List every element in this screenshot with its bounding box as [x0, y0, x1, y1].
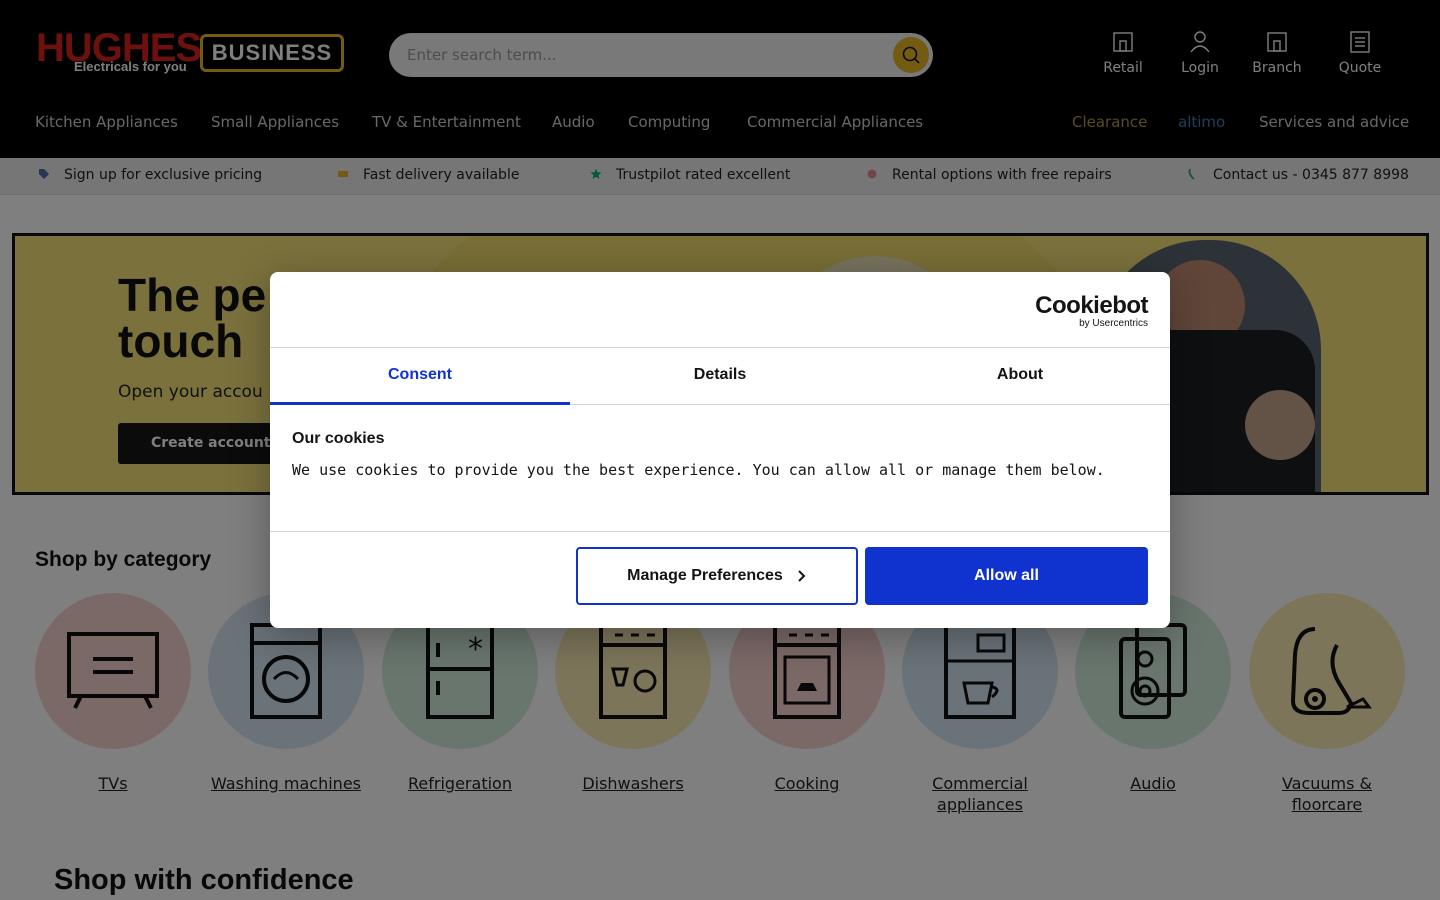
- cookiebot-brand: Cookiebot: [1035, 292, 1148, 319]
- manage-preferences-button[interactable]: Manage Preferences: [576, 547, 858, 605]
- cookiebot-logo: Cookiebot by Usercentrics: [1035, 292, 1148, 330]
- tab-consent[interactable]: Consent: [270, 348, 570, 405]
- cookie-tabs: Consent Details About: [270, 347, 1170, 405]
- tab-details[interactable]: Details: [570, 348, 870, 405]
- cookie-description: We use cookies to provide you the best e…: [292, 461, 1105, 479]
- cookie-consent-dialog: Cookiebot by Usercentrics Consent Detail…: [270, 272, 1170, 628]
- manage-preferences-label: Manage Preferences: [627, 567, 783, 584]
- cookie-heading: Our cookies: [292, 430, 385, 447]
- dialog-divider: [270, 531, 1170, 532]
- chevron-right-icon: [798, 570, 806, 582]
- cookiebot-brand-sub: by Usercentrics: [1079, 318, 1148, 329]
- tab-about[interactable]: About: [870, 348, 1170, 405]
- allow-all-button[interactable]: Allow all: [865, 547, 1148, 605]
